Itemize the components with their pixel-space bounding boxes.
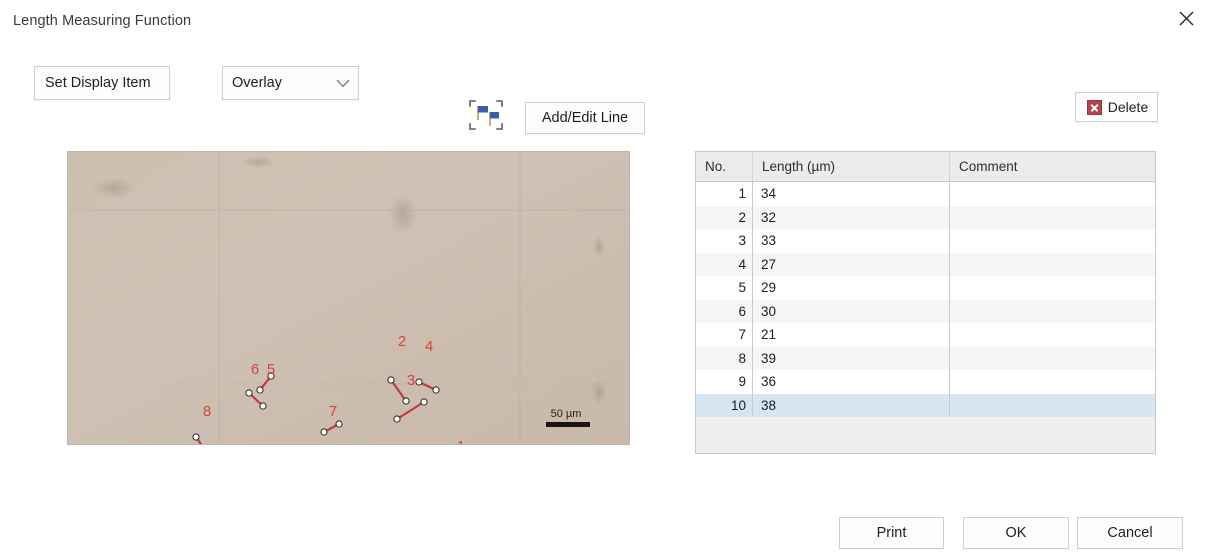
line-endpoint-marker[interactable] [432,386,440,394]
cell-no: 9 [696,370,753,394]
column-header-no[interactable]: No. [696,152,753,181]
close-icon [1179,11,1194,26]
cell-length[interactable]: 36 [753,370,950,394]
delete-button[interactable]: Delete [1075,92,1158,122]
line-number-label: 2 [398,333,406,350]
cell-no: 6 [696,299,753,323]
line-number-label: 3 [407,372,415,389]
cell-length[interactable]: 30 [753,299,950,323]
table-body: 1 34 2 32 3 33 4 27 5 29 6 30 7 21 8 39 9 36 10 38 [696,182,1155,417]
image-background [68,152,629,444]
table-row[interactable]: 5 29 [696,276,1155,300]
close-button[interactable] [1165,2,1207,34]
print-button[interactable]: Print [839,517,944,549]
line-number-label: 7 [329,403,337,420]
line-number-label: 8 [203,403,211,420]
line-endpoint-marker[interactable] [256,386,264,394]
delete-label: Delete [1107,99,1149,115]
line-number-label: 5 [267,361,275,378]
line-endpoint-marker[interactable] [259,402,267,410]
cell-comment[interactable] [950,323,1155,347]
table-row[interactable]: 9 36 [696,370,1155,394]
cell-length[interactable]: 29 [753,276,950,300]
line-endpoint-marker[interactable] [335,420,343,428]
cell-comment[interactable] [950,182,1155,206]
set-display-item-button[interactable]: Set Display Item [34,66,170,100]
table-row[interactable]: 3 33 [696,229,1155,253]
add-edit-line-button[interactable]: Add/Edit Line [525,102,645,134]
line-endpoint-marker[interactable] [387,376,395,384]
column-header-length[interactable]: Length (µm) [753,152,950,181]
cell-comment[interactable] [950,276,1155,300]
cell-no: 7 [696,323,753,347]
table-header-row: No. Length (µm) Comment [696,152,1155,182]
cell-length[interactable]: 21 [753,323,950,347]
cell-length[interactable]: 34 [753,182,950,206]
cell-comment[interactable] [950,229,1155,253]
add-edit-line-label: Add/Edit Line [541,110,629,126]
scale-bar-label: 50 µm [551,408,582,420]
cell-length[interactable]: 38 [753,393,950,417]
table-row[interactable]: 7 21 [696,323,1155,347]
cell-no: 1 [696,182,753,206]
ok-label: OK [1005,525,1027,541]
cell-comment[interactable] [950,394,1155,418]
table-row[interactable]: 4 27 [696,252,1155,277]
cell-length[interactable]: 33 [753,229,950,253]
table-row[interactable]: 2 32 [696,205,1155,230]
overlay-select-value: Overlay [232,75,282,91]
cell-comment[interactable] [950,300,1155,324]
cell-no: 2 [696,205,753,229]
line-endpoint-marker[interactable] [320,428,328,436]
delete-x-icon [1086,99,1102,115]
cell-no: 8 [696,346,753,370]
table-row[interactable]: 6 30 [696,299,1155,324]
line-endpoint-marker[interactable] [415,378,423,386]
cell-comment[interactable] [950,253,1155,277]
line-endpoint-marker[interactable] [192,433,200,441]
cancel-label: Cancel [1107,525,1153,541]
page-title: Length Measuring Function [13,13,192,29]
print-label: Print [876,525,907,541]
line-endpoint-marker[interactable] [402,397,410,405]
table-row[interactable]: 8 39 [696,346,1155,371]
set-display-item-label: Set Display Item [45,75,151,91]
cell-no: 4 [696,252,753,276]
cell-length[interactable]: 39 [753,346,950,370]
line-endpoint-marker[interactable] [393,415,401,423]
cell-comment[interactable] [950,347,1155,371]
cell-comment[interactable] [950,206,1155,230]
table-empty-area [696,417,1155,453]
line-number-label: 4 [425,338,433,355]
column-header-comment[interactable]: Comment [950,152,1155,181]
cell-no: 3 [696,229,753,253]
line-endpoint-marker[interactable] [420,398,428,406]
microscope-image-canvas[interactable]: 12345678910 50 µm [67,151,630,445]
chevron-down-icon [328,79,358,88]
cancel-button[interactable]: Cancel [1077,517,1183,549]
cell-no: 5 [696,276,753,300]
measurements-table: No. Length (µm) Comment 1 34 2 32 3 33 4 27 5 29 6… [695,151,1156,454]
line-number-label: 1 [457,438,465,444]
line-endpoint-marker[interactable] [245,389,253,397]
cell-length[interactable]: 32 [753,205,950,229]
cell-length[interactable]: 27 [753,252,950,276]
table-row[interactable]: 10 38 [696,393,1155,418]
table-row[interactable]: 1 34 [696,182,1155,206]
line-number-label: 6 [251,361,259,378]
measure-flags-icon[interactable] [468,99,504,131]
cell-comment[interactable] [950,370,1155,394]
length-measuring-dialog: Length Measuring Function Set Display It… [0,0,1211,559]
cell-no: 10 [696,393,753,417]
ok-button[interactable]: OK [963,517,1069,549]
overlay-select[interactable]: Overlay [222,66,359,100]
